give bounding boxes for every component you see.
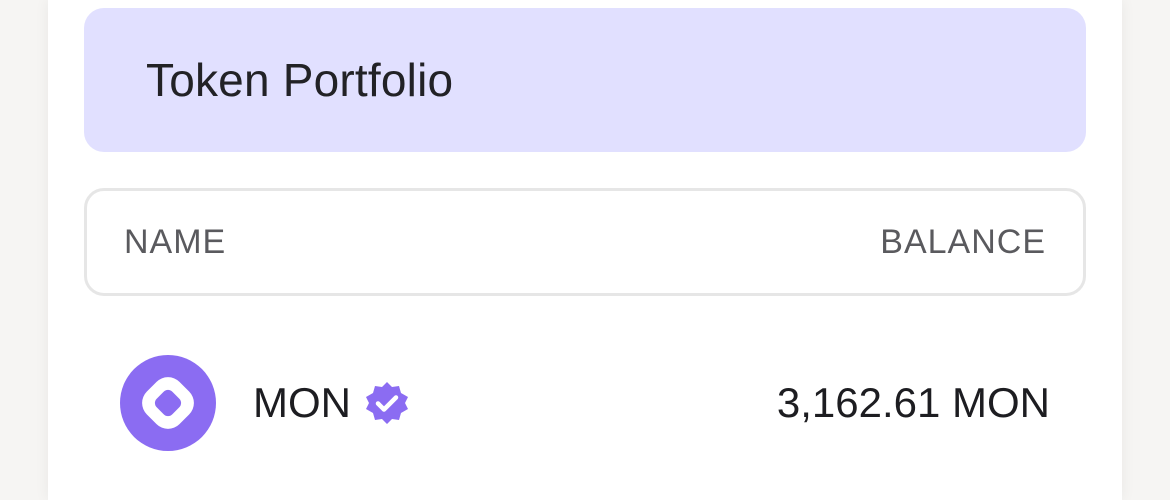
token-name: MON (253, 379, 351, 426)
token-logo-shape (142, 377, 194, 429)
token-identity: MON (120, 355, 411, 451)
page-title: Token Portfolio (146, 54, 454, 106)
mon-token-logo-icon (120, 355, 216, 451)
token-balance: 3,162.61 MON (776, 379, 1050, 426)
portfolio-header: Token Portfolio (84, 8, 1086, 152)
column-header-balance: BALANCE (880, 222, 1046, 261)
table-header: NAME BALANCE (84, 188, 1086, 296)
token-portfolio-card: Token Portfolio NAME BALANCE MON 3,162.6… (48, 0, 1122, 500)
column-header-name: NAME (124, 222, 227, 261)
verified-badge-icon (363, 379, 411, 427)
token-row[interactable]: MON 3,162.61 MON (84, 350, 1086, 456)
